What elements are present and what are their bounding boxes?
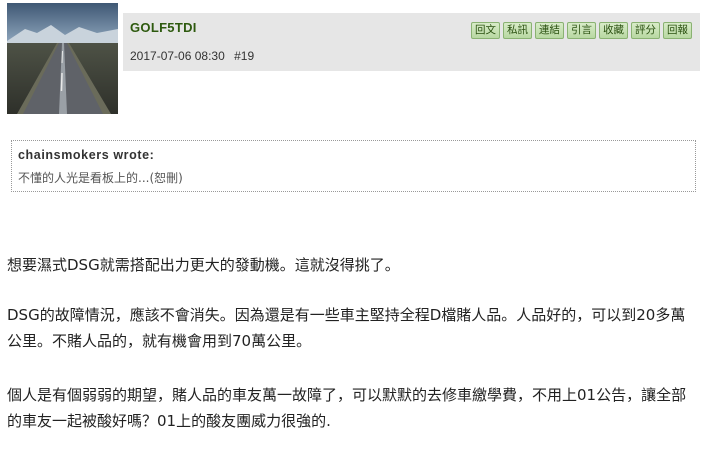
bookmark-button[interactable]: 收藏 [599, 22, 628, 39]
rate-button[interactable]: 評分 [631, 22, 660, 39]
report-button[interactable]: 回報 [663, 22, 692, 39]
reply-button[interactable]: 回文 [471, 22, 500, 39]
quote-button[interactable]: 引言 [567, 22, 596, 39]
link-button[interactable]: 連結 [535, 22, 564, 39]
body-paragraph: 個人是有個弱弱的期望，賭人品的車友萬一故障了，可以默默的去修車繳學費，不用上01… [7, 386, 687, 430]
avatar[interactable] [7, 3, 118, 114]
body-paragraph: 想要濕式DSG就需搭配出力更大的發動機。這就沒得挑了。 [7, 256, 400, 274]
private-message-button[interactable]: 私訊 [503, 22, 532, 39]
road-landscape-image [7, 3, 118, 114]
body-paragraph: DSG的故障情況，應該不會消失。因為還是有一些車主堅持全程D檔賭人品。人品好的，… [7, 306, 686, 350]
quote-text: 不懂的人光是看板上的...(恕刪) [18, 171, 183, 185]
post-header: GOLF5TDI 2017-07-06 08:30 #19 回文 私訊 連結 引… [123, 13, 700, 71]
post-action-bar: 回文 私訊 連結 引言 收藏 評分 回報 [471, 22, 692, 39]
quote-author: chainsmokers wrote: [18, 148, 155, 162]
post-meta: 2017-07-06 08:30 #19 [130, 49, 254, 63]
quote-block: chainsmokers wrote: 不懂的人光是看板上的...(恕刪) [11, 140, 696, 192]
post-floor-number[interactable]: #19 [234, 49, 254, 63]
username[interactable]: GOLF5TDI [130, 20, 197, 35]
post-datetime: 2017-07-06 08:30 [130, 49, 225, 63]
